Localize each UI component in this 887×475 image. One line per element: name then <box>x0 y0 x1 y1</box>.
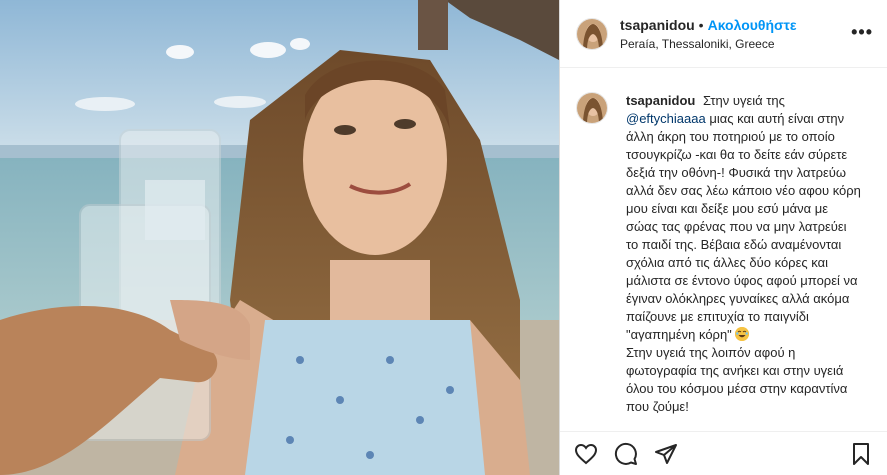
action-bar <box>560 431 887 475</box>
header-text: tsapanidou • Ακολουθήστε Peraía, Thessal… <box>620 17 797 51</box>
caption-text: tsapanidou Στην υγειά της @eftychiaaaa μ… <box>626 92 862 431</box>
location-link[interactable]: Peraía, Thessaloniki, Greece <box>620 37 797 51</box>
post-photo[interactable] <box>0 0 559 475</box>
share-icon[interactable] <box>654 442 678 466</box>
caption-area: tsapanidou Στην υγειά της @eftychiaaaa μ… <box>560 68 887 431</box>
mention-link[interactable]: @eftychiaaaa <box>626 111 706 126</box>
laughing-emoji-icon <box>735 327 750 341</box>
header-row: tsapanidou • Ακολουθήστε <box>620 17 797 33</box>
caption-text-2: μιας και αυτή είναι στην άλλη άκρη του π… <box>626 111 861 342</box>
caption-avatar[interactable] <box>576 92 608 124</box>
caption-text-3: Στην υγειά της λοιπόν αφού η φωτογραφία … <box>626 345 848 414</box>
caption-username[interactable]: tsapanidou <box>626 93 695 108</box>
post-sidebar: tsapanidou • Ακολουθήστε Peraía, Thessal… <box>559 0 887 475</box>
username-link[interactable]: tsapanidou <box>620 17 695 33</box>
post-header: tsapanidou • Ακολουθήστε Peraía, Thessal… <box>560 0 887 68</box>
comment-icon[interactable] <box>614 442 638 466</box>
more-options-icon[interactable]: ••• <box>851 22 873 43</box>
separator-dot: • <box>698 16 704 33</box>
instagram-post: tsapanidou • Ακολουθήστε Peraía, Thessal… <box>0 0 887 475</box>
caption-text-1: Στην υγειά της <box>702 93 785 108</box>
bookmark-icon[interactable] <box>849 442 873 466</box>
follow-button[interactable]: Ακολουθήστε <box>708 17 797 33</box>
photo-illustration <box>0 0 559 475</box>
avatar[interactable] <box>576 17 608 50</box>
heart-icon[interactable] <box>574 442 598 466</box>
